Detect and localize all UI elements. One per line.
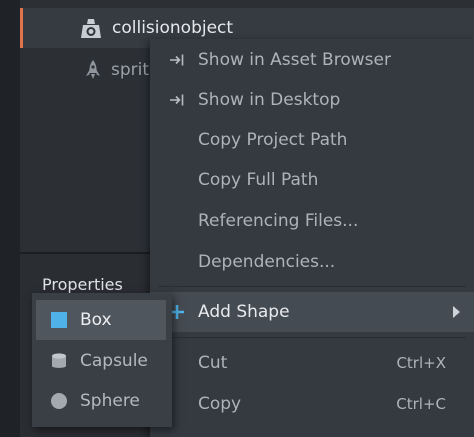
menu-item-shortcut: Ctrl+X [396, 354, 446, 372]
capsule-icon [52, 353, 66, 368]
sphere-icon [51, 393, 67, 409]
menu-item-label: Add Shape [198, 302, 290, 322]
add-shape-submenu: Box Capsule Sphere [32, 293, 172, 427]
menu-item-copy[interactable]: Copy Ctrl+C [150, 384, 474, 424]
menu-separator [158, 337, 466, 338]
submenu-item-label: Capsule [80, 351, 148, 371]
menu-item-label: Copy Project Path [198, 130, 348, 150]
show-in-icon [170, 54, 184, 66]
menu-item-show-in-desktop[interactable]: Show in Desktop [150, 80, 474, 120]
submenu-item-capsule[interactable]: Capsule [32, 341, 172, 381]
selection-accent [20, 8, 23, 48]
sprite-rocket-icon [86, 60, 100, 79]
menu-item-show-in-asset-browser[interactable]: Show in Asset Browser [150, 40, 474, 80]
editor-window: collisionobject sprite Properties Show i… [0, 0, 474, 437]
menu-item-add-shape[interactable]: Add Shape [150, 292, 474, 332]
menu-item-shortcut: Ctrl+C [396, 395, 446, 413]
menu-item-cut[interactable]: Cut Ctrl+X [150, 343, 474, 383]
submenu-item-sphere[interactable]: Sphere [32, 381, 172, 421]
submenu-item-label: Sphere [80, 391, 140, 411]
menu-item-label: Copy Full Path [198, 170, 319, 190]
menu-item-label: Cut [198, 353, 228, 373]
collision-object-icon [81, 19, 101, 38]
menu-item-label: Show in Asset Browser [198, 50, 391, 70]
left-panel-strip [0, 0, 20, 437]
menu-item-referencing-files[interactable]: Referencing Files... [150, 201, 474, 241]
menu-item-copy-full-path[interactable]: Copy Full Path [150, 160, 474, 200]
submenu-item-label: Box [80, 310, 112, 330]
menu-item-label: Referencing Files... [198, 211, 359, 231]
context-menu: Show in Asset Browser Show in Desktop Co… [150, 39, 474, 437]
outline-item-label: collisionobject [112, 18, 234, 38]
menu-item-copy-project-path[interactable]: Copy Project Path [150, 120, 474, 160]
properties-title: Properties [42, 275, 123, 294]
menu-item-label: Dependencies... [198, 252, 336, 272]
show-in-icon [170, 94, 184, 106]
menu-item-label: Show in Desktop [198, 90, 341, 110]
menu-item-dependencies[interactable]: Dependencies... [150, 242, 474, 282]
box-icon [51, 312, 67, 328]
menu-separator [158, 286, 466, 287]
submenu-arrow-icon [453, 306, 460, 318]
submenu-item-box[interactable]: Box [36, 300, 166, 340]
menu-item-label: Copy [198, 394, 242, 414]
